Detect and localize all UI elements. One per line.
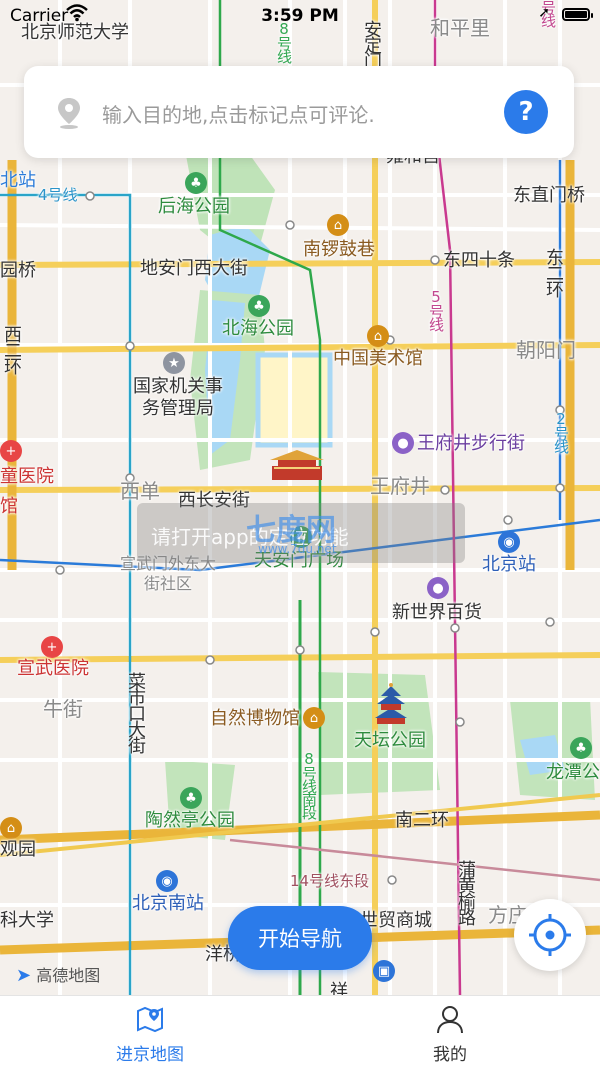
star-icon[interactable]: ★ <box>163 352 185 374</box>
map-label: 北京南站 <box>132 893 204 914</box>
park-icon[interactable]: ♣ <box>185 172 207 194</box>
start-navigation-label: 开始导航 <box>258 927 342 951</box>
map-label: 东二环 <box>543 248 564 296</box>
map-label: 园桥 <box>0 260 36 281</box>
map-label: 南锣鼓巷 <box>303 239 375 260</box>
tab-map[interactable]: 进京地图 <box>75 996 225 1068</box>
watermark-url: www.7du.net <box>258 542 337 556</box>
search-input[interactable]: 输入目的地,点击标记点可评论. <box>102 99 375 128</box>
temple-of-heaven-landmark-icon[interactable] <box>371 682 411 726</box>
map-label: 馆 <box>0 496 18 517</box>
shopping-icon[interactable]: ● <box>392 432 414 454</box>
start-navigation-button[interactable]: 开始导航 <box>228 906 372 970</box>
map-label: 科大学 <box>0 910 54 931</box>
train-station-icon[interactable]: ◉ <box>498 531 520 553</box>
metro-label: 8号线南段 <box>300 750 318 818</box>
locate-button[interactable] <box>514 899 586 971</box>
question-icon: ? <box>518 97 534 127</box>
battery-icon <box>562 8 593 21</box>
amap-arrow-icon: ➤ <box>16 965 32 986</box>
map-label: 北站 <box>0 170 36 191</box>
museum-icon[interactable]: ⌂ <box>0 817 22 839</box>
search-bar[interactable]: 输入目的地,点击标记点可评论. ? <box>24 66 574 158</box>
map-label: 王府井 <box>370 474 430 498</box>
map-label: 童医院 <box>0 466 54 487</box>
location-pin-icon <box>58 98 80 129</box>
map-label: 祥 <box>330 981 348 996</box>
metro-label: 14号线东段 <box>290 872 370 890</box>
map-label: 王府井步行街 <box>417 433 525 454</box>
tab-profile[interactable]: 我的 <box>375 996 525 1068</box>
map-label: 蒲黄榆路 <box>455 860 476 924</box>
status-bar: Carrier 3:59 PM ➚ <box>0 0 600 30</box>
map-label: 牛街 <box>43 697 83 721</box>
bus-icon[interactable]: ▣ <box>373 960 395 982</box>
map-label: 北京站 <box>482 554 536 575</box>
map-label: 菜市口大街 <box>125 672 146 752</box>
map-label: 东直门桥 <box>513 185 585 206</box>
status-time: 3:59 PM <box>261 6 339 26</box>
map-label: 西单 <box>120 479 160 503</box>
map-label: 国家机关事务管理局 <box>133 376 223 419</box>
park-icon[interactable]: ♣ <box>248 295 270 317</box>
map-label: 朝阳门 <box>516 338 576 362</box>
hospital-icon[interactable]: + <box>41 636 63 658</box>
user-icon <box>437 1006 463 1034</box>
museum-icon[interactable]: ⌂ <box>303 707 325 729</box>
amap-logo-text: 高德地图 <box>36 966 101 985</box>
map-label: 西二环 <box>1 325 22 373</box>
park-icon[interactable]: ♣ <box>570 737 592 759</box>
map-label: 东四十条 <box>443 250 515 271</box>
help-button[interactable]: ? <box>504 90 548 134</box>
museum-icon[interactable]: ⌂ <box>367 325 389 347</box>
museum-icon[interactable]: ⌂ <box>327 214 349 236</box>
tab-profile-label: 我的 <box>433 1045 467 1065</box>
map-label: 地安门西大街 <box>140 258 248 279</box>
map-label: 龙潭公 <box>546 762 600 783</box>
park-icon[interactable]: ♣ <box>180 787 202 809</box>
shopping-icon[interactable]: ● <box>427 577 449 599</box>
map-label: 自然博物馆 <box>210 708 300 729</box>
metro-label: 5号线 <box>427 288 445 330</box>
train-station-icon[interactable]: ◉ <box>156 870 178 892</box>
tab-map-label: 进京地图 <box>116 1045 184 1065</box>
map-label: 世贸商城 <box>360 910 432 931</box>
map-label: 天坛公园 <box>354 730 426 751</box>
tab-bar: 进京地图 我的 <box>0 995 600 1068</box>
location-arrow-icon: ➚ <box>538 5 550 21</box>
hospital-icon[interactable]: + <box>0 440 22 462</box>
map-label: 中国美术馆 <box>333 348 423 369</box>
map-icon <box>137 1006 163 1033</box>
amap-logo: ➤ 高德地图 <box>16 962 100 986</box>
crosshair-icon <box>529 914 571 956</box>
metro-label: 2号线 <box>552 410 570 452</box>
map-label: 南二环 <box>395 810 449 831</box>
map-label: 新世界百货 <box>392 602 482 623</box>
map-label: 宣武医院 <box>17 658 89 679</box>
map-label: 观园 <box>0 839 36 860</box>
map-label: 北海公园 <box>222 318 294 339</box>
map-label: 后海公园 <box>158 196 230 217</box>
tiananmen-landmark-icon[interactable] <box>268 448 326 482</box>
map-label: 陶然亭公园 <box>145 810 235 831</box>
metro-label: 4号线 <box>38 186 78 204</box>
